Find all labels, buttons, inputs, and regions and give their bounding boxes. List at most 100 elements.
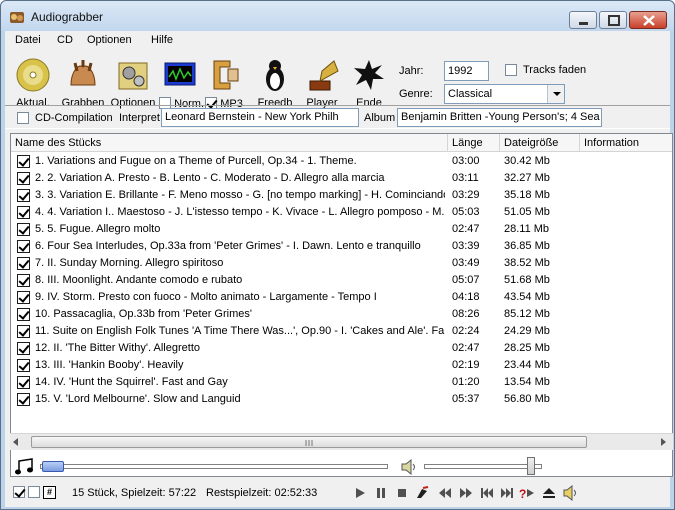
track-name: 1. Variations and Fugue on a Theme of Pu…: [35, 155, 357, 167]
normalize-button[interactable]: Norm.: [159, 57, 204, 110]
cd-compilation-checkbox[interactable]: [17, 112, 29, 124]
menu-datei[interactable]: Datei: [15, 34, 41, 46]
track-checkbox[interactable]: [17, 393, 30, 406]
tracks-faden-checkbox[interactable]: [505, 64, 517, 76]
minimize-button[interactable]: [569, 11, 597, 29]
track-checkbox[interactable]: [17, 291, 30, 304]
table-row[interactable]: 8. III. Moonlight. Andante comodo e ruba…: [11, 272, 672, 289]
table-row[interactable]: 1. Variations and Fugue on a Theme of Pu…: [11, 153, 672, 170]
table-row[interactable]: 2. 2. Variation A. Presto - B. Lento - C…: [11, 170, 672, 187]
grip-icon: [305, 440, 313, 446]
track-list[interactable]: Name des Stücks Länge Dateigröße Informa…: [10, 133, 673, 477]
rewind-icon[interactable]: [436, 485, 454, 501]
table-row[interactable]: 12. II. 'The Bitter Withy'. Allegretto 02…: [11, 340, 672, 357]
track-checkbox[interactable]: [17, 325, 30, 338]
eject-icon[interactable]: [540, 485, 558, 501]
invert-selection-icon[interactable]: #: [43, 486, 56, 499]
track-checkbox[interactable]: [17, 189, 30, 202]
close-button[interactable]: [629, 11, 667, 29]
freedb-button[interactable]: Freedb: [253, 57, 297, 109]
track-checkbox[interactable]: [17, 376, 30, 389]
track-size: 35.18 Mb: [504, 189, 550, 201]
table-row[interactable]: 13. III. 'Hankin Booby'. Heavily 02:19 23.…: [11, 357, 672, 374]
album-input[interactable]: Benjamin Britten -Young Person's; 4 Sea …: [397, 108, 602, 127]
table-row[interactable]: 14. IV. 'Hunt the Squirrel'. Fast and Ga…: [11, 374, 672, 391]
refresh-button[interactable]: Aktual.: [11, 57, 55, 109]
table-row[interactable]: 7. II. Sunday Morning. Allegro spiritoso…: [11, 255, 672, 272]
grab-button[interactable]: Grabben: [61, 57, 105, 109]
year-input[interactable]: 1992: [444, 61, 489, 81]
options-button[interactable]: Optionen: [109, 57, 157, 109]
track-name: 6. Four Sea Interludes, Op.33a from 'Pet…: [35, 240, 421, 252]
track-name: 12. II. 'The Bitter Withy'. Allegretto: [35, 342, 200, 354]
track-length: 05:07: [452, 274, 480, 286]
table-row[interactable]: 4. 4. Variation I.. Maestoso - J. L'iste…: [11, 204, 672, 221]
select-none-icon[interactable]: [28, 486, 40, 498]
track-size: 85.12 Mb: [504, 308, 550, 320]
track-checkbox[interactable]: [17, 206, 30, 219]
volume-track[interactable]: [424, 464, 542, 469]
track-checkbox[interactable]: [17, 223, 30, 236]
column-size[interactable]: Dateigröße: [500, 134, 580, 152]
eject-tool-icon[interactable]: [413, 485, 431, 501]
track-checkbox[interactable]: [17, 342, 30, 355]
random-play-icon[interactable]: ?: [518, 485, 536, 501]
track-length: 03:49: [452, 257, 480, 269]
track-size: 43.54 Mb: [504, 291, 550, 303]
menu-hilfe[interactable]: Hilfe: [151, 34, 173, 46]
table-row[interactable]: 9. IV. Storm. Presto con fuoco - Molto a…: [11, 289, 672, 306]
track-name: 4. 4. Variation I.. Maestoso - J. L'iste…: [35, 206, 445, 218]
music-note-icon: [15, 458, 33, 475]
fast-forward-icon[interactable]: [457, 485, 475, 501]
scroll-left-icon[interactable]: [13, 438, 18, 446]
position-track[interactable]: [40, 464, 388, 469]
next-track-icon[interactable]: [498, 485, 516, 501]
exit-button[interactable]: Ende: [349, 57, 389, 109]
scroll-thumb[interactable]: [31, 436, 587, 448]
volume-slider[interactable]: [526, 457, 535, 475]
horizontal-scrollbar[interactable]: [10, 433, 673, 450]
track-checkbox[interactable]: [17, 155, 30, 168]
track-length: 02:19: [452, 359, 480, 371]
mp3-button[interactable]: MP3: [203, 57, 245, 110]
player-button[interactable]: Player: [301, 57, 343, 109]
track-name: 15. V. 'Lord Melbourne'. Slow and Langui…: [35, 393, 241, 405]
column-name[interactable]: Name des Stücks: [11, 134, 448, 152]
track-checkbox[interactable]: [17, 359, 30, 372]
interpret-input[interactable]: Leonard Bernstein - New York Philh: [161, 108, 359, 127]
track-length: 04:18: [452, 291, 480, 303]
table-row[interactable]: 3. 3. Variation E. Brillante - F. Meno m…: [11, 187, 672, 204]
previous-track-icon[interactable]: [478, 485, 496, 501]
play-icon[interactable]: [351, 485, 369, 501]
table-row[interactable]: 10. Passacaglia, Op.33b from 'Peter Grim…: [11, 306, 672, 323]
genre-dropdown[interactable]: Classical: [444, 84, 565, 104]
gears-icon: [118, 62, 148, 90]
position-slider[interactable]: [42, 461, 64, 472]
menu-optionen[interactable]: Optionen: [87, 34, 132, 46]
table-row[interactable]: 15. V. 'Lord Melbourne'. Slow and Langui…: [11, 391, 672, 408]
track-checkbox[interactable]: [17, 240, 30, 253]
column-information[interactable]: Information: [580, 134, 672, 152]
table-row[interactable]: 6. Four Sea Interludes, Op.33a from 'Pet…: [11, 238, 672, 255]
chevron-down-icon[interactable]: [547, 85, 564, 103]
track-checkbox[interactable]: [17, 274, 30, 287]
mute-speaker-icon[interactable]: [562, 485, 580, 501]
track-length: 01:20: [452, 376, 480, 388]
maximize-button[interactable]: [599, 11, 627, 29]
pause-icon[interactable]: [372, 485, 390, 501]
track-checkbox[interactable]: [17, 257, 30, 270]
track-checkbox[interactable]: [17, 308, 30, 321]
table-row[interactable]: 5. 5. Fugue. Allegro molto 02:47 28.11 Mb: [11, 221, 672, 238]
select-all-icon[interactable]: [13, 486, 25, 498]
genre-value: Classical: [448, 88, 493, 100]
stop-icon[interactable]: [393, 485, 411, 501]
track-length: 02:47: [452, 342, 480, 354]
year-label: Jahr:: [399, 65, 424, 77]
column-length[interactable]: Länge: [448, 134, 500, 152]
menu-cd[interactable]: CD: [57, 34, 73, 46]
scroll-right-icon[interactable]: [661, 438, 666, 446]
gramophone-icon: [309, 60, 339, 91]
table-row[interactable]: 11. Suite on English Folk Tunes 'A Time …: [11, 323, 672, 340]
track-checkbox[interactable]: [17, 172, 30, 185]
title-bar[interactable]: Audiograbber: [1, 1, 674, 31]
